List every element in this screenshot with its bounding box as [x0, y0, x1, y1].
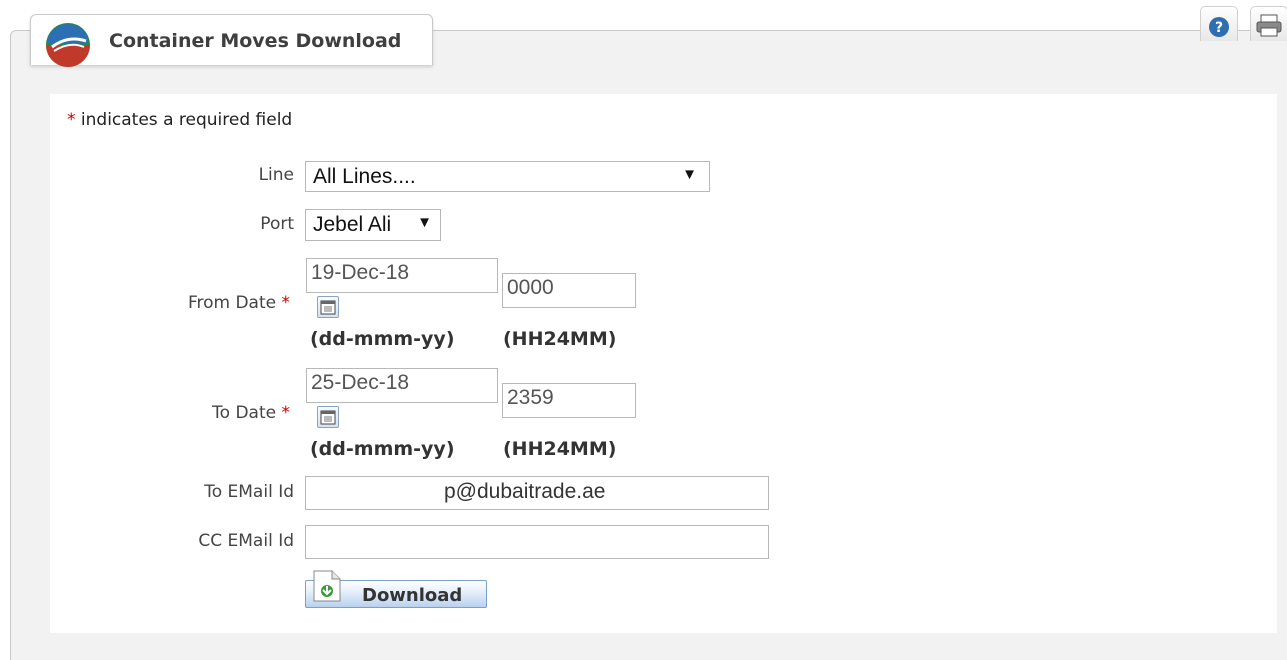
dropdown-arrow-icon: ▼: [682, 166, 697, 183]
date-format-hint: (dd-mmm-yy): [310, 328, 455, 350]
to-date-label-text: To Date: [212, 403, 277, 423]
from-time-value: 0000: [507, 276, 554, 299]
page-title: Container Moves Download: [109, 30, 402, 52]
time-format-hint: (HH24MM): [503, 438, 617, 460]
to-email-label: To EMail Id: [204, 482, 294, 502]
to-date-input[interactable]: 25-Dec-18: [306, 368, 498, 403]
portlet-title-tab: Container Moves Download: [30, 14, 433, 67]
svg-text:?: ?: [1215, 20, 1223, 36]
dropdown-arrow-icon: ▼: [417, 214, 432, 231]
line-select[interactable]: All Lines.... ▼: [305, 161, 710, 192]
line-select-value: All Lines....: [313, 165, 416, 188]
download-icon: [313, 570, 341, 602]
required-mark: *: [67, 110, 76, 130]
to-date-label: To Date *: [90, 403, 290, 423]
to-date-value: 25-Dec-18: [311, 371, 410, 394]
to-time-value: 2359: [507, 386, 554, 409]
from-date-label-text: From Date: [187, 293, 277, 313]
help-button[interactable]: ?: [1200, 6, 1238, 41]
port-select-value: Jebel Ali: [313, 213, 392, 236]
print-button[interactable]: [1250, 6, 1287, 41]
date-format-hint: (dd-mmm-yy): [310, 438, 455, 460]
required-note-text: indicates a required field: [80, 110, 293, 130]
from-time-input[interactable]: 0000: [502, 273, 636, 308]
app-logo-icon: [46, 23, 90, 67]
port-label: Port: [260, 214, 294, 234]
cc-email-input[interactable]: [305, 525, 769, 559]
from-date-label: From Date *: [90, 293, 290, 313]
download-button-label: Download: [362, 585, 463, 606]
download-button[interactable]: Download: [305, 570, 487, 608]
help-icon: ?: [1209, 17, 1229, 37]
calendar-icon: [320, 300, 336, 315]
from-date-input[interactable]: 19-Dec-18: [306, 258, 498, 293]
line-label: Line: [258, 165, 294, 185]
calendar-icon: [320, 410, 336, 425]
to-email-value: p@dubaitrade.ae: [444, 480, 606, 503]
required-mark: *: [281, 293, 291, 313]
from-date-value: 19-Dec-18: [311, 261, 410, 284]
to-time-input[interactable]: 2359: [502, 383, 636, 418]
required-field-note: * indicates a required field: [67, 110, 292, 130]
required-mark: *: [281, 403, 291, 423]
from-date-calendar-button[interactable]: [317, 296, 339, 318]
port-select[interactable]: Jebel Ali ▼: [305, 209, 441, 241]
to-date-calendar-button[interactable]: [317, 406, 339, 428]
time-format-hint: (HH24MM): [503, 328, 617, 350]
cc-email-label: CC EMail Id: [198, 531, 294, 551]
print-icon: [1256, 14, 1282, 37]
to-email-input[interactable]: p@dubaitrade.ae: [305, 476, 769, 510]
